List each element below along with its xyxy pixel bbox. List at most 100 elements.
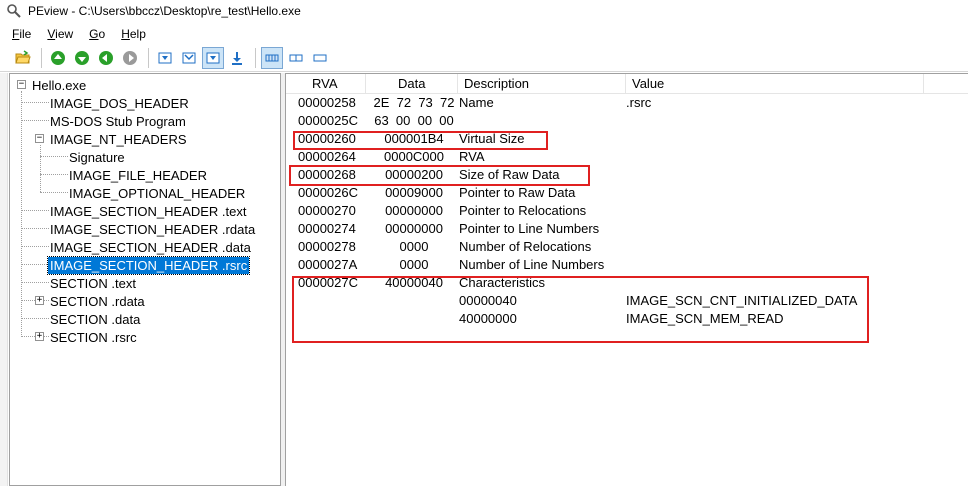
tree-connector xyxy=(21,210,49,211)
tree-item-label: IMAGE_NT_HEADERS xyxy=(50,131,187,147)
menu-file-label: ile xyxy=(19,26,32,41)
left-gutter xyxy=(0,73,8,486)
tree-connector xyxy=(21,228,49,229)
menu-go[interactable]: Go xyxy=(81,27,113,41)
tree-connector xyxy=(21,318,49,319)
tree-item-image-dos-header[interactable]: IMAGE_DOS_HEADER xyxy=(48,94,191,112)
tree-item-label: SECTION .data xyxy=(50,311,141,327)
magnifier-icon xyxy=(7,4,21,18)
tree-item-label: SECTION .text xyxy=(50,275,136,291)
menu-bar: File View Go Help xyxy=(0,24,968,43)
description-cell: Pointer to Relocations xyxy=(459,203,587,218)
tree-item-section-header-rdata[interactable]: IMAGE_SECTION_HEADER .rdata xyxy=(48,220,257,238)
menu-view-label: iew xyxy=(55,26,74,41)
data-cell: 2E 72 73 72 xyxy=(373,95,455,110)
table-row[interactable]: 00000264 0000C000 RVA xyxy=(286,148,968,166)
rva-cell: 00000258 xyxy=(298,95,356,110)
toolbar-separator xyxy=(148,47,149,68)
go-back-button[interactable] xyxy=(95,47,117,69)
go-down-button[interactable] xyxy=(71,47,93,69)
open-folder-button[interactable] xyxy=(12,47,34,69)
tree-item-ms-dos-stub[interactable]: MS-DOS Stub Program xyxy=(48,112,188,130)
tree-expand-toggle[interactable]: + xyxy=(35,332,44,341)
tree-item-label: IMAGE_OPTIONAL_HEADER xyxy=(69,185,246,201)
tree-connector xyxy=(40,192,68,193)
toolbar-separator xyxy=(255,47,256,68)
tree-item-section-rsrc[interactable]: SECTION .rsrc xyxy=(48,328,139,346)
go-up-icon xyxy=(51,50,65,65)
view-hex-button[interactable] xyxy=(309,47,331,69)
tree-root[interactable]: Hello.exe xyxy=(30,76,88,94)
go-forward-button[interactable] xyxy=(119,47,141,69)
tree-connector xyxy=(40,156,68,157)
go-down-icon xyxy=(75,50,89,65)
tree-item-image-file-header[interactable]: IMAGE_FILE_HEADER xyxy=(67,166,209,184)
table-row[interactable]: 00000270 00000000 Pointer to Relocations xyxy=(286,202,968,220)
value-cell: .rsrc xyxy=(626,95,652,110)
data-cell: 00000000 xyxy=(385,221,443,236)
view-list-button[interactable] xyxy=(261,46,283,69)
table-row[interactable]: 0000027A 0000 Number of Line Numbers xyxy=(286,256,968,274)
view-qword-icon xyxy=(232,51,242,65)
tree-item-label: IMAGE_SECTION_HEADER .rsrc xyxy=(46,255,251,275)
tree-item-section-text[interactable]: SECTION .text xyxy=(48,274,138,292)
go-up-button[interactable] xyxy=(47,47,69,69)
toolbar xyxy=(0,44,968,72)
table-row[interactable]: 00000274 00000000 Pointer to Line Numbers xyxy=(286,220,968,238)
tree-item-section-header-data[interactable]: IMAGE_SECTION_HEADER .data xyxy=(48,238,253,256)
tree-item-signature[interactable]: Signature xyxy=(67,148,127,166)
column-header-description[interactable]: Description xyxy=(458,74,626,94)
tree-collapse-toggle[interactable]: − xyxy=(17,80,26,89)
tree-item-section-header-text[interactable]: IMAGE_SECTION_HEADER .text xyxy=(48,202,249,220)
tree-item-label: SECTION .rdata xyxy=(50,293,145,309)
data-cell: 63 00 00 00 xyxy=(374,113,454,128)
column-header-data[interactable]: Data xyxy=(366,74,458,94)
data-cell: 0000C000 xyxy=(384,149,444,164)
tree-item-section-data[interactable]: SECTION .data xyxy=(48,310,142,328)
view-dword-button[interactable] xyxy=(202,46,224,69)
view-byte-icon xyxy=(158,52,172,63)
table-row[interactable]: 00000278 0000 Number of Relocations xyxy=(286,238,968,256)
view-qword-button[interactable] xyxy=(226,47,248,69)
highlight-characteristics xyxy=(292,276,869,343)
detail-list[interactable]: RVA Data Description Value 00000258 2E 72… xyxy=(285,73,968,486)
tree-root-label: Hello.exe xyxy=(32,77,87,93)
menu-help[interactable]: Help xyxy=(113,27,154,41)
description-cell: Name xyxy=(459,95,494,110)
data-cell: 0000 xyxy=(399,257,429,272)
rva-cell: 0000026C xyxy=(298,185,358,200)
table-row[interactable]: 00000258 2E 72 73 72 Name .rsrc xyxy=(286,94,968,112)
table-row[interactable]: 0000025C 63 00 00 00 xyxy=(286,112,968,130)
rva-cell: 0000025C xyxy=(298,113,358,128)
table-row[interactable]: 0000026C 00009000 Pointer to Raw Data xyxy=(286,184,968,202)
menu-help-label: elp xyxy=(129,26,146,41)
tree-item-section-header-rsrc[interactable]: IMAGE_SECTION_HEADER .rsrc xyxy=(46,255,251,275)
tree-connector xyxy=(21,282,49,283)
menu-view[interactable]: View xyxy=(39,27,81,41)
tree-connector xyxy=(21,120,49,121)
tree-item-label: SECTION .rsrc xyxy=(50,329,137,345)
view-raw-icon xyxy=(289,54,303,61)
tree-item-image-nt-headers[interactable]: IMAGE_NT_HEADERS xyxy=(48,130,189,148)
menu-go-mnemonic: G xyxy=(89,26,99,41)
description-cell: Number of Line Numbers xyxy=(459,257,605,272)
tree-collapse-toggle[interactable]: − xyxy=(35,134,44,143)
tree-item-label: IMAGE_DOS_HEADER xyxy=(50,95,189,111)
tree-item-label: MS-DOS Stub Program xyxy=(50,113,186,129)
tree-expand-toggle[interactable]: + xyxy=(35,296,44,305)
tree-view[interactable]: − Hello.exe IMAGE_DOS_HEADER MS-DOS Stub… xyxy=(9,73,281,486)
list-header: RVA Data Description Value xyxy=(286,74,968,94)
view-byte-button[interactable] xyxy=(154,47,176,69)
tree-item-section-rdata[interactable]: SECTION .rdata xyxy=(48,292,147,310)
view-word-button[interactable] xyxy=(178,47,200,69)
highlight-virtual-size xyxy=(293,131,548,150)
tree-item-image-optional-header[interactable]: IMAGE_OPTIONAL_HEADER xyxy=(67,184,247,202)
view-raw-button[interactable] xyxy=(285,47,307,69)
menu-go-label: o xyxy=(98,26,106,41)
highlight-size-of-raw-data xyxy=(289,165,590,186)
tree-connector xyxy=(21,246,49,247)
rva-cell: 00000274 xyxy=(298,221,356,236)
column-header-value[interactable]: Value xyxy=(626,74,924,94)
menu-file[interactable]: File xyxy=(4,27,39,41)
column-header-rva[interactable]: RVA xyxy=(286,74,366,94)
